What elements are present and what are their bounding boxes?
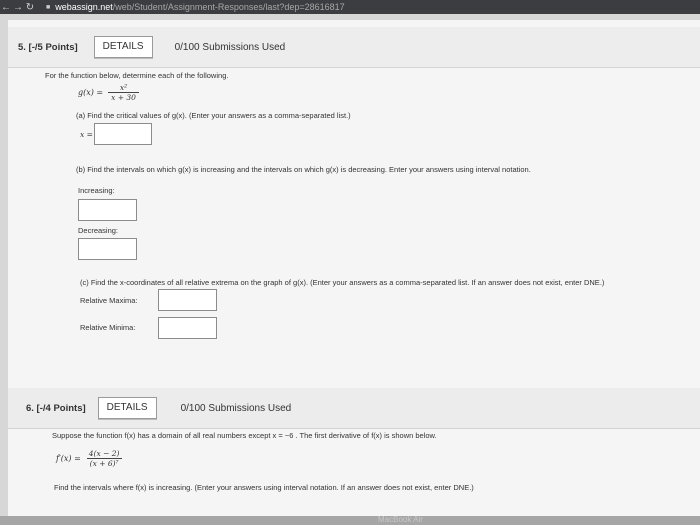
browser-toolbar: ← → ↻ ■ webassign.net/web/Student/Assign… (0, 0, 700, 14)
back-arrow-icon[interactable]: ← (0, 2, 12, 13)
question-5-submissions: 0/100 Submissions Used (174, 41, 286, 53)
relative-minima-label: Relative Minima: (80, 323, 136, 332)
f-prime-function: f′(x) = 4(x − 2) (x + 6)⁷ (56, 449, 122, 468)
forward-arrow-icon[interactable]: → (12, 2, 24, 13)
question-6-intro: Suppose the function f(x) has a domain o… (52, 431, 437, 440)
g-lhs: g(x) = (78, 88, 104, 97)
address-bar[interactable]: webassign.net/web/Student/Assignment-Res… (55, 2, 344, 12)
part-c-prompt: (c) Find the x-coordinates of all relati… (80, 278, 605, 287)
g-denominator: x + 30 (108, 92, 139, 102)
reload-icon[interactable]: ↻ (24, 2, 36, 13)
question-6-submissions: 0/100 Submissions Used (180, 402, 292, 414)
url-domain: webassign.net (55, 2, 113, 12)
url-path: /web/Student/Assignment-Responses/last?d… (112, 2, 345, 12)
g-numerator: x² (119, 83, 128, 92)
question-5-header: 5. [-/5 Points] DETAILS 0/100 Submission… (8, 27, 700, 68)
increasing-label: Increasing: (78, 186, 115, 195)
x-equals-label: x = (80, 130, 93, 139)
relative-maxima-label: Relative Maxima: (80, 296, 138, 305)
question-6-details-button[interactable]: DETAILS (97, 397, 157, 419)
laptop-bezel (0, 516, 700, 525)
question-5-number: 5. [-/5 Points] (18, 41, 78, 53)
f-prime-numerator: 4(x − 2) (88, 449, 120, 458)
device-watermark: MacBook Air (378, 515, 423, 524)
question-6-find-prompt: Find the intervals where f(x) is increas… (54, 483, 474, 492)
decreasing-input[interactable] (78, 238, 137, 260)
lock-icon: ■ (46, 3, 51, 11)
decreasing-label: Decreasing: (78, 226, 119, 235)
f-prime-lhs: f′(x) = (56, 454, 81, 463)
question-5-details-button[interactable]: DETAILS (93, 36, 153, 58)
critical-values-input[interactable] (94, 123, 152, 145)
part-b-prompt: (b) Find the intervals on which g(x) is … (76, 165, 531, 174)
relative-maxima-input[interactable] (158, 289, 217, 311)
g-function: g(x) = x² x + 30 (78, 83, 139, 102)
relative-minima-input[interactable] (158, 317, 217, 339)
f-prime-denominator: (x + 6)⁷ (86, 458, 122, 468)
question-5-intro: For the function below, determine each o… (45, 71, 229, 80)
question-6-header: 6. [-/4 Points] DETAILS 0/100 Submission… (8, 388, 700, 429)
question-6-number: 6. [-/4 Points] (26, 402, 86, 414)
part-a-prompt: (a) Find the critical values of g(x). (E… (76, 111, 351, 120)
assignment-page: 5. [-/5 Points] DETAILS 0/100 Submission… (8, 20, 700, 525)
increasing-input[interactable] (78, 199, 137, 221)
